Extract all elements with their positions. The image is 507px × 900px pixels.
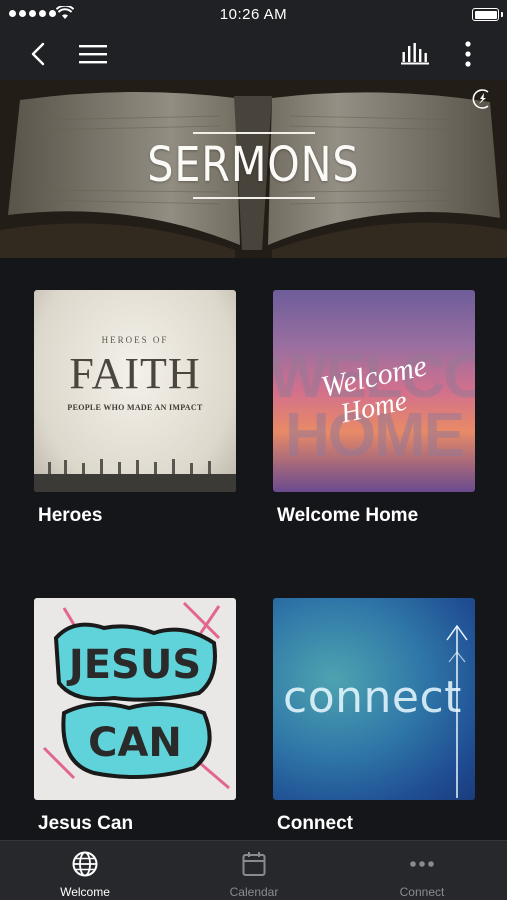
sermons-header: SERMONS — [0, 80, 507, 258]
tab-calendar[interactable]: Calendar — [189, 841, 319, 900]
tab-connect[interactable]: Connect — [357, 841, 487, 900]
title-rule-bottom — [192, 197, 315, 199]
back-icon — [31, 42, 45, 66]
tab-label: Welcome — [60, 885, 110, 899]
sermon-card-heroes[interactable]: HEROES OF FAITH PEOPLE WHO MADE AN IMPAC… — [34, 290, 236, 527]
sermon-artwork: WELCOMEHOME Welcome Home — [273, 290, 475, 492]
calendar-icon — [242, 852, 266, 876]
more-options-button[interactable] — [448, 34, 488, 74]
battery-icon — [472, 8, 503, 21]
status-time: 10:26 AM — [219, 6, 288, 23]
more-horizontal-icon — [410, 861, 434, 867]
back-button[interactable] — [18, 34, 58, 74]
sermon-artwork: JESUS CAN — [34, 598, 236, 800]
page-title: SERMONS — [147, 137, 360, 193]
status-bar: 10:26 AM — [0, 0, 507, 28]
sermon-card-jesus-can[interactable]: JESUS CAN Jesus Can — [34, 598, 236, 835]
sermon-title: Welcome Home — [277, 505, 419, 526]
audio-levels-button[interactable] — [395, 34, 435, 74]
menu-button[interactable] — [73, 34, 113, 74]
sermon-artwork: HEROES OF FAITH PEOPLE WHO MADE AN IMPAC… — [34, 290, 236, 492]
sermon-title: Jesus Can — [38, 813, 134, 834]
sermon-card-connect[interactable]: connect Connect — [273, 598, 475, 835]
navigation-bar — [0, 28, 507, 80]
tab-bar: Welcome Calendar Connect — [0, 840, 507, 900]
tab-welcome[interactable]: Welcome — [20, 841, 150, 900]
sermon-title: Heroes — [38, 505, 103, 526]
more-vertical-icon — [465, 41, 471, 67]
sermon-card-welcome-home[interactable]: WELCOMEHOME Welcome Home Welcome Home — [273, 290, 475, 527]
tab-label: Connect — [399, 885, 445, 899]
sermon-grid: HEROES OF FAITH PEOPLE WHO MADE AN IMPAC… — [34, 290, 475, 840]
menu-icon — [79, 45, 107, 64]
svg-text:CAN: CAN — [88, 720, 182, 766]
svg-text:JESUS: JESUS — [66, 642, 201, 688]
title-rule-top — [192, 132, 315, 134]
sermon-title: Connect — [277, 813, 353, 834]
tab-label: Calendar — [229, 885, 279, 899]
sermon-artwork: connect — [273, 598, 475, 800]
globe-icon — [72, 851, 98, 877]
church-logo-icon — [472, 89, 489, 109]
bar-chart-icon — [401, 43, 429, 65]
